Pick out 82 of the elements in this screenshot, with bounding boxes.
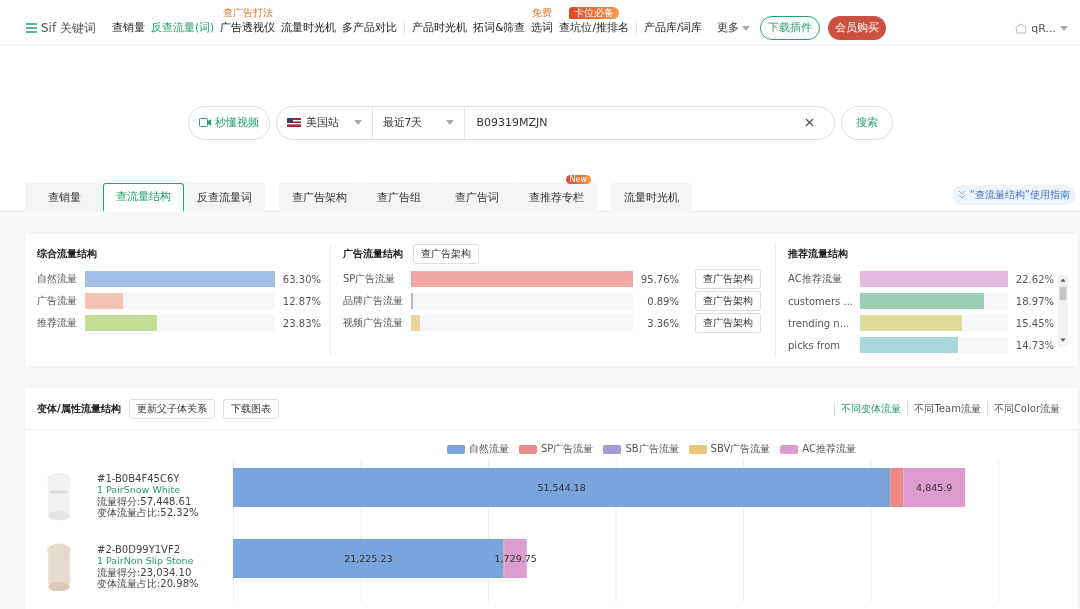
panel-title: 综合流量结构 xyxy=(37,247,97,261)
search-button[interactable]: 搜索 xyxy=(840,105,893,140)
nav-tag: 免费 xyxy=(532,7,553,19)
variant-share: 变体流量占比:20.98% xyxy=(97,578,199,590)
ad-structure-button[interactable]: 查广告架构 xyxy=(413,244,479,264)
panel-title: 广告流量结构 xyxy=(343,247,403,261)
more-menu[interactable]: 更多 xyxy=(716,21,739,35)
nav-item[interactable]: 产品时光机 xyxy=(412,21,468,35)
percent-value: 0.89% xyxy=(646,295,679,307)
ad-structure-button[interactable]: 查广告架构 xyxy=(695,291,761,311)
row-label: trending n... xyxy=(788,317,851,329)
percent-value: 63.30% xyxy=(281,273,321,285)
range-select[interactable]: 最近7天 xyxy=(372,106,465,139)
data-label: 4,845.9 xyxy=(916,482,953,493)
legend-item[interactable]: AC推荐流量 xyxy=(780,442,856,456)
row-label: 广告流量 xyxy=(37,294,78,308)
tab[interactable]: 流量时光机 xyxy=(611,183,692,212)
nav-item[interactable]: 反查流量(词) xyxy=(151,21,215,35)
download-button[interactable]: 下载插件 xyxy=(759,16,820,40)
site-select[interactable]: 美国站 xyxy=(276,106,373,139)
percent-value: 23.83% xyxy=(281,317,321,329)
action-button[interactable]: 更新父子体关系 xyxy=(128,398,215,419)
panel-title: 推荐流量结构 xyxy=(788,247,848,261)
view-link[interactable]: 不同Team流量 xyxy=(907,401,987,416)
nav-tag: 查广告打法 xyxy=(222,7,273,19)
nav-item[interactable]: 流量时光机 xyxy=(281,21,337,35)
nav-item[interactable]: 广告透视仪 xyxy=(220,21,276,35)
search-field[interactable]: B09319MZJN xyxy=(464,116,805,129)
row-label: 品牌广告流量 xyxy=(343,294,404,308)
user-name[interactable]: qR... xyxy=(1031,21,1056,35)
tab[interactable]: 查销量 xyxy=(25,183,103,212)
variant-score: 流量得分:23,034.10 xyxy=(97,566,193,578)
legend-item[interactable]: SB广告流量 xyxy=(603,442,679,456)
tab[interactable]: 查广告架构 xyxy=(279,183,360,212)
nav-item[interactable]: 查销量 xyxy=(112,21,145,35)
legend-item[interactable]: 自然流量 xyxy=(447,442,509,456)
tab[interactable]: 查广告组 xyxy=(360,183,438,212)
view-link[interactable]: 不同Color流量 xyxy=(986,401,1066,416)
row-label: AC推荐流量 xyxy=(788,272,843,286)
row-label: 推荐流量 xyxy=(37,316,78,330)
nav-tag: 卡位必备 xyxy=(569,7,620,19)
logo[interactable]: Sif 关键词 xyxy=(41,19,96,37)
nav-item[interactable]: 多产品对比 xyxy=(342,21,398,35)
video-button[interactable]: 秒懂视频 xyxy=(187,105,270,140)
tab[interactable]: 反查流量词 xyxy=(184,183,265,212)
variant-link[interactable]: 1 PairNon Slip Stone xyxy=(97,555,199,567)
percent-value: 22.62% xyxy=(1014,273,1054,285)
legend-item[interactable]: SBV广告流量 xyxy=(688,442,771,456)
nav-item[interactable]: 选词 xyxy=(531,21,554,35)
buy-button[interactable]: 会员购买 xyxy=(827,16,886,40)
view-link[interactable]: 不同变体流量 xyxy=(834,401,908,416)
tab[interactable]: 查流量结构 xyxy=(103,183,184,212)
guide-link[interactable]: “查流量结构”使用指南 xyxy=(951,184,1076,205)
data-label: 21,225.23 xyxy=(344,553,393,564)
section-title: 变体/属性流量结构 xyxy=(37,401,121,416)
variant-id: #2-B0D99Y1VF2 xyxy=(97,543,182,555)
percent-value: 18.97% xyxy=(1014,295,1054,307)
nav-item[interactable]: 拓词&筛查 xyxy=(473,21,526,35)
variant-score: 流量得分:57,448.61 xyxy=(97,495,193,507)
tab[interactable]: 查推荐专栏 xyxy=(516,183,597,212)
nav-item[interactable]: 产品库/词库 xyxy=(643,21,703,35)
percent-value: 95.76% xyxy=(639,273,679,285)
new-badge: New xyxy=(565,175,591,184)
action-button[interactable]: 下载图表 xyxy=(222,398,279,419)
percent-value: 14.73% xyxy=(1014,339,1054,351)
nav-item[interactable]: 查坑位/推排名 xyxy=(559,21,629,35)
row-label: picks from xyxy=(788,339,842,351)
percent-value: 15.45% xyxy=(1014,317,1054,329)
ad-structure-button[interactable]: 查广告架构 xyxy=(695,313,761,333)
row-label: 视频广告流量 xyxy=(343,316,404,330)
data-label: 51,544.18 xyxy=(537,482,586,493)
percent-value: 12.87% xyxy=(281,295,321,307)
row-label: 自然流量 xyxy=(37,272,78,286)
tab[interactable]: 查广告词 xyxy=(438,183,516,212)
variant-share: 变体流量占比:52.32% xyxy=(97,507,199,519)
percent-value: 3.36% xyxy=(646,317,679,329)
legend-item[interactable]: SP广告流量 xyxy=(519,442,594,456)
variant-id: #1-B0B4F45C6Y xyxy=(97,472,181,484)
row-label: customers ... xyxy=(788,295,854,307)
variant-link[interactable]: 1 PairSnow White xyxy=(97,484,199,496)
ad-structure-button[interactable]: 查广告架构 xyxy=(695,269,761,289)
row-label: SP广告流量 xyxy=(343,272,397,286)
